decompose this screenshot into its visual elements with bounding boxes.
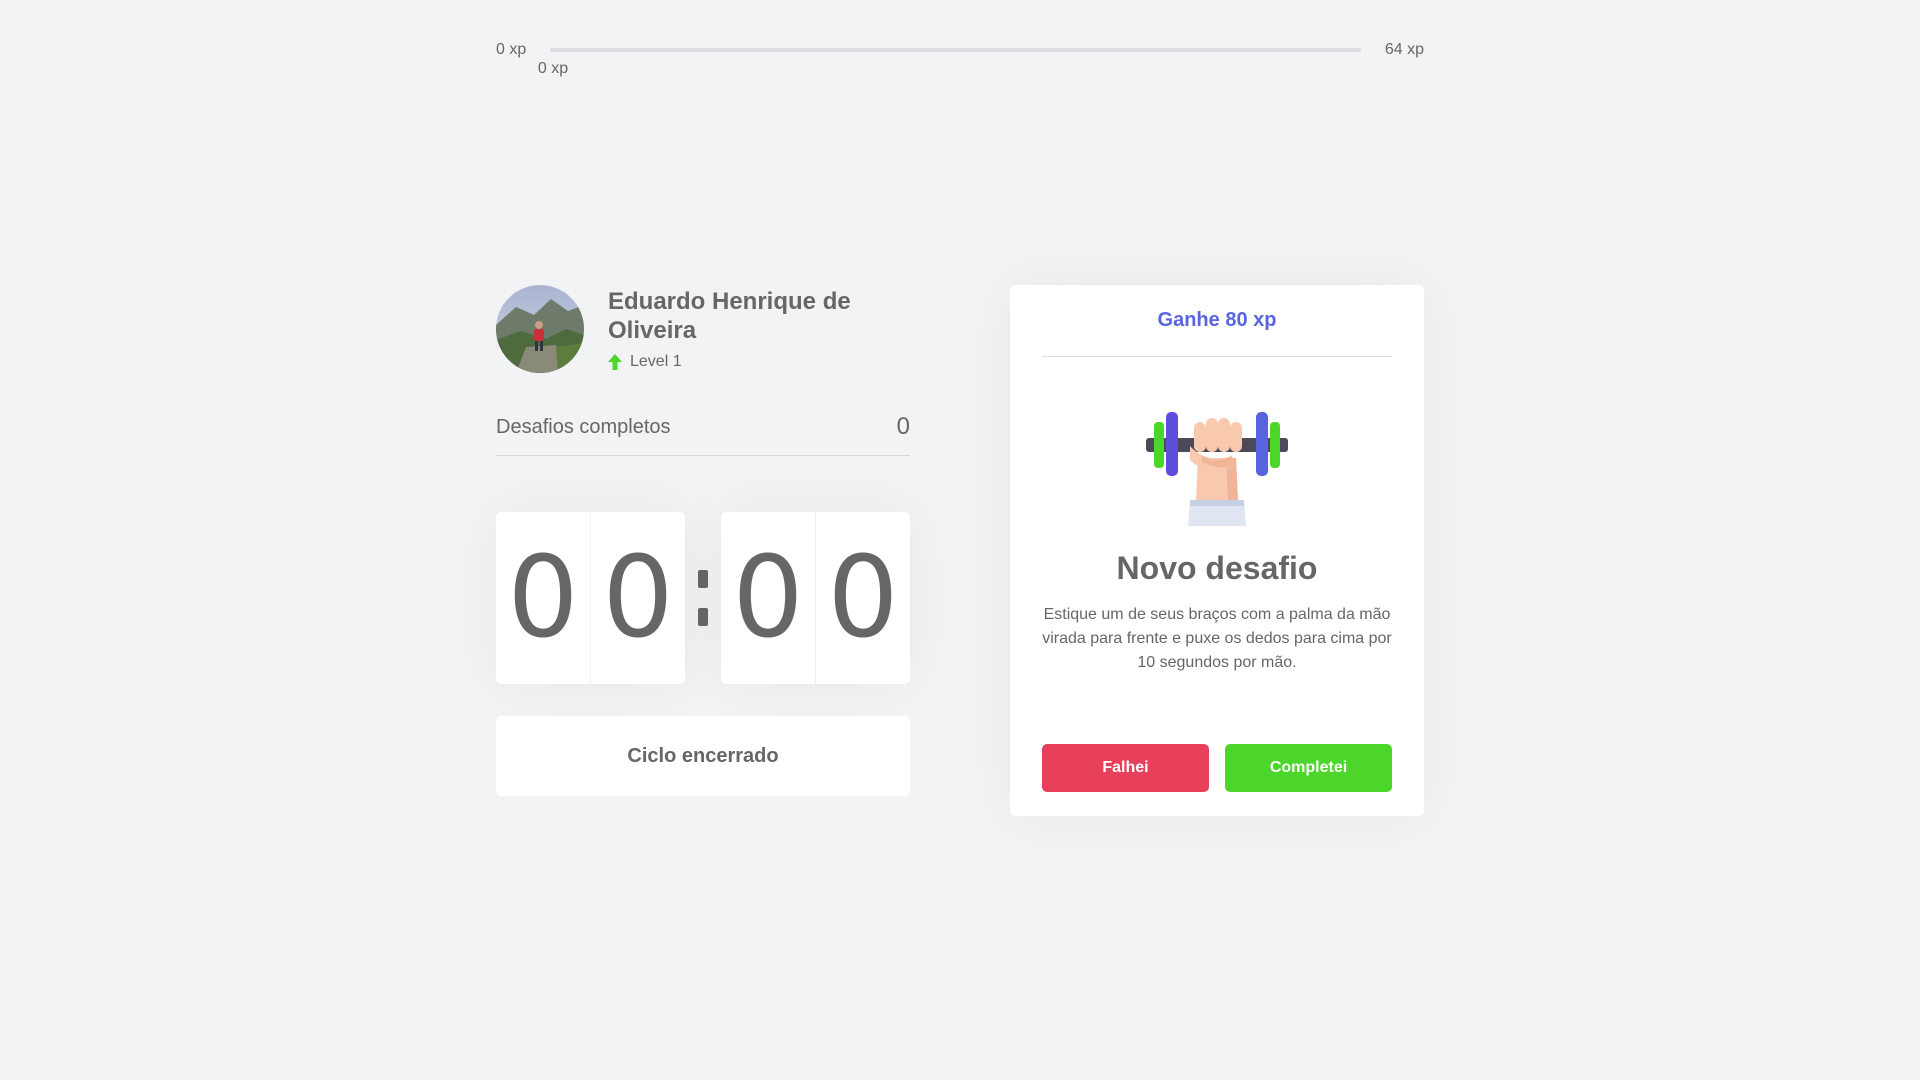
challenge-reward: Ganhe 80 xp xyxy=(1042,309,1392,357)
level-up-arrow-icon xyxy=(608,354,622,370)
left-column: Eduardo Henrique de Oliveira Level 1 Des… xyxy=(496,285,910,796)
minute-tens-digit: 0 xyxy=(507,533,579,663)
profile-level-label: Level 1 xyxy=(630,353,682,370)
xp-progress-track xyxy=(550,48,1361,52)
challenge-card: Ganhe 80 xp Novo desafio Estique um de s… xyxy=(1010,285,1424,816)
avatar-photo xyxy=(496,285,584,373)
completed-challenges: Desafios completos 0 xyxy=(496,413,910,456)
countdown-separator xyxy=(685,570,721,626)
minute-ones-digit: 0 xyxy=(590,512,685,684)
xp-min-label: 0 xp xyxy=(496,41,527,58)
experience-bar: 0 xp 64 xp xyxy=(496,38,1424,62)
second-ones-digit: 0 xyxy=(815,512,910,684)
xp-current-label: 0 xp xyxy=(537,60,569,77)
challenge-title: Novo desafio xyxy=(1116,550,1318,586)
countdown: 0 0 0 0 xyxy=(496,512,910,684)
profile-name: Eduardo Henrique de Oliveira xyxy=(608,288,851,344)
completed-challenges-count: 0 xyxy=(896,413,910,440)
countdown-minutes: 0 0 xyxy=(496,512,685,684)
profile: Eduardo Henrique de Oliveira Level 1 xyxy=(496,285,910,373)
dumbbell-hand-icon xyxy=(1146,412,1288,526)
challenge-body: Novo desafio Estique um de seus braços c… xyxy=(1042,357,1392,744)
challenge-actions: Falhei Completei xyxy=(1042,744,1392,792)
xp-max-label: 64 xp xyxy=(1384,41,1424,58)
challenge-description: Estique um de seus braços com a palma da… xyxy=(1042,606,1392,671)
profile-level: Level 1 xyxy=(608,353,910,371)
failed-button[interactable]: Falhei xyxy=(1042,744,1209,792)
cycle-ended-button[interactable]: Ciclo encerrado xyxy=(496,716,910,796)
completed-challenges-label: Desafios completos xyxy=(496,415,671,438)
avatar xyxy=(496,285,584,373)
completed-button[interactable]: Completei xyxy=(1225,744,1392,792)
countdown-seconds: 0 0 xyxy=(721,512,910,684)
second-tens-digit: 0 xyxy=(732,533,804,663)
profile-info: Eduardo Henrique de Oliveira Level 1 xyxy=(608,287,910,371)
